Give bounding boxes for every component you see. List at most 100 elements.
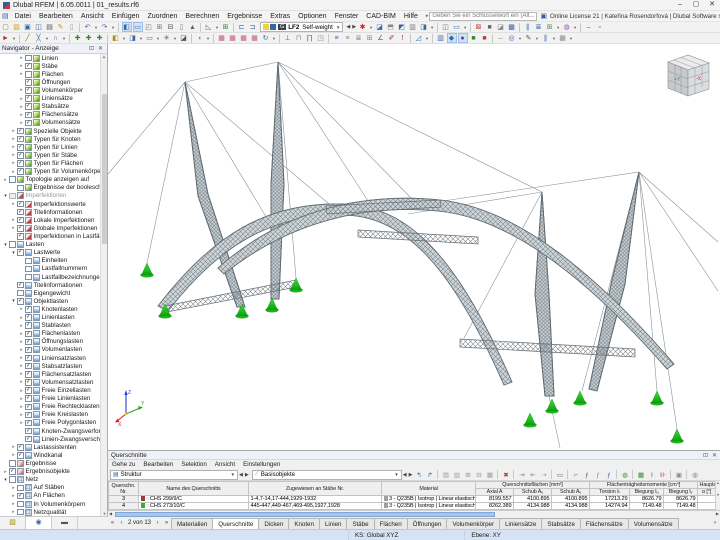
tree-item[interactable]: ▸ ✓ Spezielle Objekte: [0, 127, 101, 135]
expand-icon[interactable]: ▸: [10, 201, 17, 207]
new-model-icon[interactable]: ▢: [1, 22, 11, 32]
tree-checkbox[interactable]: [17, 500, 24, 508]
relation-prev-icon[interactable]: ↰: [414, 470, 424, 480]
bars-dropdown-icon[interactable]: ▾: [552, 33, 557, 43]
tree-item[interactable]: Eigengewicht: [0, 289, 101, 297]
tree-item[interactable]: ▸ ✓ An Flächen: [0, 492, 101, 500]
arc-dropdown-icon[interactable]: ▾: [62, 33, 67, 43]
tree-item[interactable]: Lastfallbezeichnungen: [0, 273, 101, 281]
expand-icon[interactable]: ▸: [2, 469, 9, 475]
value-cell[interactable]: 17213.29: [589, 495, 631, 503]
table-view4-icon[interactable]: ⊟: [474, 470, 484, 480]
move-up-icon[interactable]: ▲: [188, 22, 198, 32]
tree-checkbox[interactable]: ✓: [25, 346, 32, 354]
jump-row-icon[interactable]: ⇢: [539, 470, 549, 480]
navigation-cube[interactable]: +Y -X: [667, 54, 710, 97]
collapse-icon[interactable]: ▾: [2, 193, 9, 199]
diagonal-icon[interactable]: ◿: [414, 33, 424, 43]
saved-views-icon[interactable]: ◫: [441, 22, 451, 32]
loadcase-dropdown-icon[interactable]: ▼: [336, 25, 340, 30]
calc-icon[interactable]: ⌐: [571, 470, 581, 480]
expand-icon[interactable]: ▸: [18, 120, 25, 126]
support-cone[interactable]: [523, 412, 537, 428]
work-plane-dropdown-icon[interactable]: ▾: [215, 22, 220, 32]
tree-item[interactable]: ▸ ✓ Windkanal: [0, 451, 101, 459]
hscroll-right-icon[interactable]: ▶: [716, 511, 719, 516]
redo-icon[interactable]: ↷: [100, 22, 110, 32]
collapse-icon[interactable]: ▾: [2, 242, 9, 248]
menu-optionen[interactable]: Optionen: [294, 11, 330, 22]
tree-item[interactable]: ▸ ✓ Freie Kreislasten: [0, 411, 101, 419]
wand-icon[interactable]: ✐: [387, 33, 397, 43]
tree-checkbox[interactable]: ✓: [25, 306, 32, 313]
tree-checkbox[interactable]: ✓: [17, 127, 24, 135]
expand-icon[interactable]: ▸: [10, 444, 17, 450]
tree-item[interactable]: ✓ Knoten-Zwangsverform...: [0, 427, 101, 435]
tree-checkbox[interactable]: [25, 273, 32, 281]
frame-icon[interactable]: ◳: [316, 33, 326, 43]
tree-item[interactable]: ▸ ✓ Stabsatzlasten: [0, 362, 101, 370]
fx-icon[interactable]: ƒ: [582, 470, 592, 480]
tree-item[interactable]: Ergebnisse der booleschen Ope...: [0, 184, 101, 192]
menu-einf-gen[interactable]: Einfügen: [108, 11, 144, 22]
expand-icon[interactable]: ▸: [18, 55, 25, 61]
sphere-icon[interactable]: ●: [457, 33, 468, 43]
tree-item[interactable]: Einheiten: [0, 257, 101, 265]
expand-icon[interactable]: ▸: [18, 323, 25, 329]
levels-icon[interactable]: ⊓: [294, 33, 304, 43]
tree-checkbox[interactable]: [9, 176, 16, 183]
tree-item[interactable]: ▸ Flächen: [0, 70, 101, 78]
tree-checkbox[interactable]: ✓: [25, 103, 32, 110]
member-dropdown-icon[interactable]: ▾: [139, 33, 144, 43]
menu-ansicht[interactable]: Ansicht: [77, 11, 108, 22]
node-dropdown-icon[interactable]: ▾: [122, 33, 127, 43]
tree-checkbox[interactable]: ✓: [17, 233, 24, 240]
tree-item[interactable]: ▸ ✓ Öffnungslasten: [0, 338, 101, 346]
tree-item[interactable]: ▸ ✓ Linienlasten: [0, 314, 101, 322]
list2-icon[interactable]: ≡: [343, 33, 353, 43]
col-header-assigned[interactable]: Zugewiesen an Stäbe Nr.: [248, 481, 382, 496]
filter2-icon[interactable]: ƒ: [604, 470, 614, 480]
display-props-icon[interactable]: ◨: [419, 22, 429, 32]
tree-checkbox[interactable]: [17, 289, 24, 297]
tree-checkbox[interactable]: ✓: [25, 95, 32, 102]
window-full-icon[interactable]: ▭: [132, 22, 143, 32]
section-dropdown-icon[interactable]: ▾: [206, 33, 211, 43]
column-header[interactable]: Torsion Iₜ: [589, 488, 631, 496]
tree-checkbox[interactable]: ✓: [17, 160, 24, 167]
navigator-close-icon[interactable]: ✕: [96, 45, 105, 52]
collapse-icon[interactable]: ▾: [10, 298, 17, 304]
tab-fl-chens-tze[interactable]: Flächensätze: [579, 518, 629, 529]
favorites-dropdown-icon[interactable]: ▾: [369, 22, 374, 32]
view-window-icon[interactable]: ▭: [452, 22, 462, 32]
panel-menu-ansicht[interactable]: Ansicht: [211, 460, 239, 469]
filter2-prev-button[interactable]: ◀: [403, 472, 407, 478]
support-cone[interactable]: [573, 390, 587, 406]
tab-fl-chen[interactable]: Flächen: [373, 518, 408, 529]
tree-checkbox[interactable]: ✓: [25, 387, 32, 394]
excel-icon[interactable]: ▦: [636, 470, 646, 480]
next-table-button[interactable]: ›: [153, 518, 162, 529]
copy-icon[interactable]: ◫: [34, 22, 44, 32]
box-red-icon[interactable]: ■: [480, 33, 490, 43]
tab-volumens-tze[interactable]: Volumensätze: [627, 518, 679, 529]
member-tool-icon[interactable]: ◨: [128, 33, 138, 43]
tree-checkbox[interactable]: [17, 484, 24, 492]
zoom-cancel-icon[interactable]: ⊠: [474, 22, 484, 32]
value-cell[interactable]: 8626.79: [663, 495, 699, 503]
table-view2-icon[interactable]: ▥: [452, 470, 462, 480]
expand-icon[interactable]: ▸: [18, 112, 25, 118]
tree-item[interactable]: Lastfallnummern: [0, 265, 101, 273]
row-number[interactable]: 4: [108, 502, 139, 510]
expand-icon[interactable]: ▸: [18, 339, 25, 345]
menu-hilfe[interactable]: Hilfe: [400, 11, 422, 22]
blank-doc-icon[interactable]: ▯: [67, 22, 77, 32]
box-green-icon[interactable]: ■: [469, 33, 479, 43]
support-tool-icon[interactable]: ✳: [162, 33, 172, 43]
search-table-icon[interactable]: ◎: [690, 470, 700, 480]
scrollbar-thumb[interactable]: [102, 94, 107, 244]
text-cursor-icon[interactable]: I: [647, 470, 657, 480]
tree-checkbox[interactable]: ✓: [25, 411, 32, 419]
tree-checkbox[interactable]: ✓: [25, 111, 32, 119]
window-manager-icon[interactable]: ⊟: [166, 22, 176, 32]
